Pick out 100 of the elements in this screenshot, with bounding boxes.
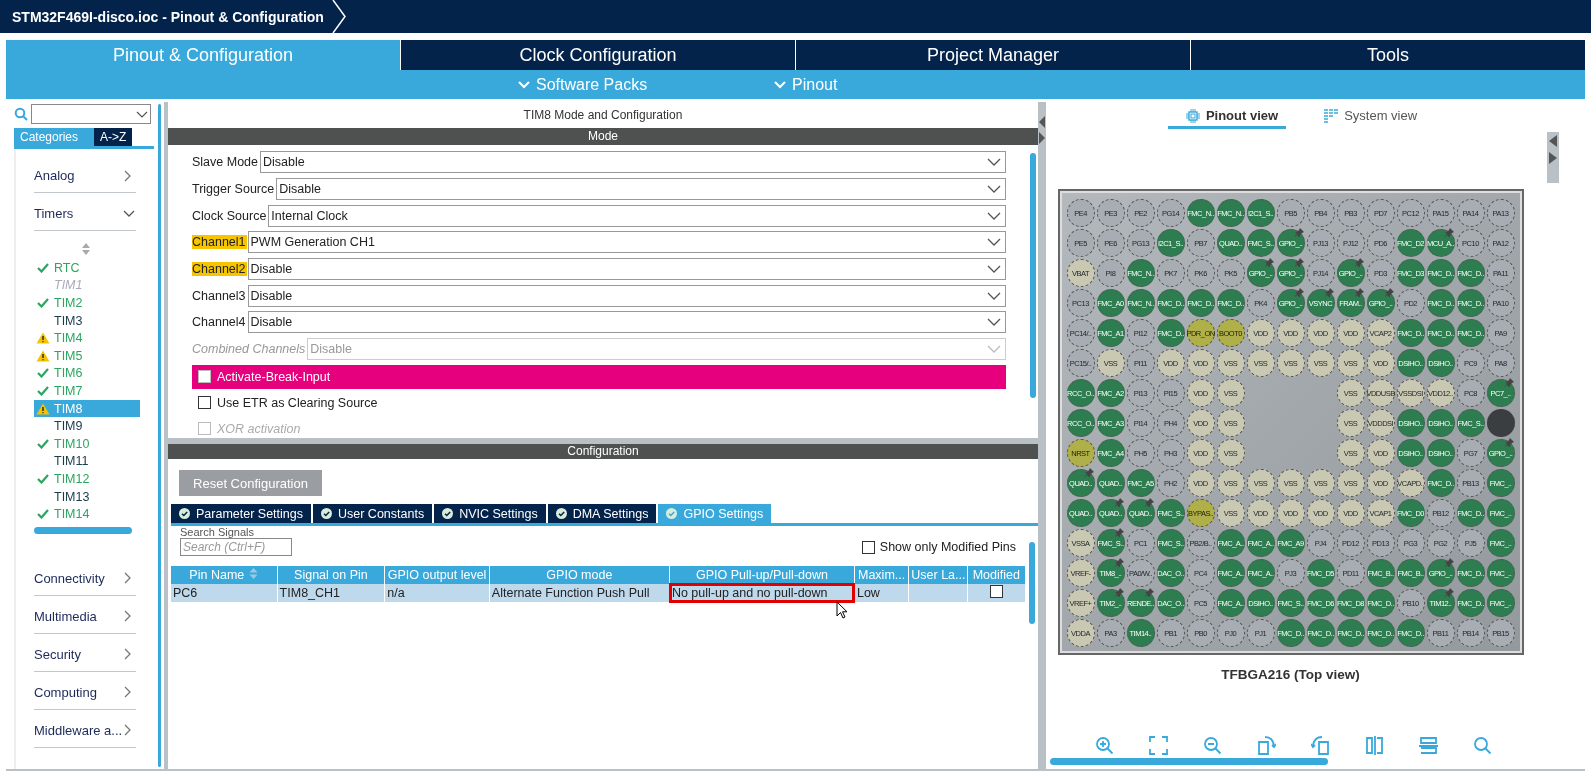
pushpin-icon <box>1294 258 1304 267</box>
category-item[interactable]: Timers <box>34 193 137 231</box>
pushpin-icon <box>1324 288 1334 297</box>
flip-vertical-icon[interactable] <box>1419 736 1438 755</box>
check-icon <box>37 473 49 484</box>
dropdown[interactable]: Disable <box>247 258 1006 281</box>
category-item[interactable]: Analog <box>34 155 137 193</box>
pushpin-icon <box>1144 498 1154 507</box>
expand-arrow-icon[interactable] <box>1039 132 1045 144</box>
dropdown[interactable]: PWM Generation CH1 <box>247 231 1006 254</box>
flip-horizontal-icon[interactable] <box>1365 736 1384 755</box>
collapse-arrow-icon[interactable] <box>1039 116 1045 128</box>
category-item[interactable]: Security <box>34 633 137 672</box>
dropdown[interactable]: Disable <box>247 284 1006 307</box>
chevron-down-icon <box>987 184 1001 195</box>
dropdown[interactable]: Disable <box>247 311 1006 334</box>
check-circle-icon <box>321 508 332 519</box>
pushpin-icon <box>1294 228 1304 237</box>
dropdown[interactable]: Disable <box>260 151 1006 174</box>
expand-arrow-icon[interactable] <box>1549 152 1557 164</box>
check-circle-icon <box>442 508 454 519</box>
timer-item[interactable]: TIM3 <box>34 311 140 330</box>
warning-icon <box>36 332 50 345</box>
timer-item[interactable]: TIM9 <box>34 417 140 435</box>
timer-item[interactable]: TIM13 <box>34 487 140 506</box>
pushpin-icon <box>1084 468 1094 477</box>
field-label: Channel2 <box>192 262 247 277</box>
check-icon <box>37 368 49 379</box>
modified-checkbox[interactable] <box>989 585 1003 598</box>
field-label: Slave Mode <box>192 155 259 170</box>
search-dropdown[interactable] <box>31 104 151 124</box>
chevron-down-icon <box>987 317 1001 328</box>
table-cell: Low <box>854 584 909 602</box>
chevron-down-icon <box>987 237 1001 248</box>
category-item[interactable]: Computing <box>34 671 137 710</box>
pushpin-icon <box>1114 498 1124 507</box>
category-item[interactable]: Connectivity <box>34 557 137 596</box>
package-label: TFBGA216 (Top view) <box>1221 667 1360 682</box>
main-tab[interactable]: Project Manager <box>795 40 1190 70</box>
timer-item[interactable]: TIM11 <box>34 452 140 471</box>
cursor-icon <box>836 601 848 619</box>
check-circle-icon <box>179 508 190 519</box>
pushpin-icon <box>1294 288 1304 297</box>
settings-tab[interactable]: DMA Settings <box>547 504 657 523</box>
chevron-down-icon <box>987 157 1001 168</box>
field-label: Clock Source <box>192 208 268 223</box>
search-icon[interactable] <box>1473 736 1492 755</box>
collapse-arrow-icon[interactable] <box>1549 135 1557 147</box>
window-title: STM32F469I-disco.ioc - Pinout & Configuration <box>12 8 324 25</box>
pushpin-icon <box>1384 288 1394 297</box>
dropdown[interactable]: Internal Clock <box>268 204 1006 227</box>
filter-checkbox[interactable]: Show only Modified Pins <box>861 540 1016 554</box>
field-label: Channel4 <box>192 315 247 330</box>
view-tab[interactable]: A->Z <box>94 128 133 146</box>
pushpin-icon <box>1504 438 1514 447</box>
pin[interactable] <box>1486 409 1515 437</box>
sort-icon <box>249 568 259 579</box>
check-circle-icon <box>666 508 678 519</box>
chevron-down-icon <box>136 109 148 119</box>
table-cell: n/a <box>385 584 489 602</box>
chevron-down-icon <box>987 344 1001 355</box>
checkbox-option[interactable]: Activate-Break-Input <box>192 364 1006 389</box>
field-label: Trigger Source <box>192 182 276 197</box>
section-header: Mode <box>168 128 1038 145</box>
table-cell: PC6 <box>171 584 277 602</box>
chevron-down-icon <box>987 290 1001 301</box>
rotate-left-icon[interactable] <box>1311 736 1330 755</box>
fit-screen-icon[interactable] <box>1149 736 1168 755</box>
settings-tab[interactable]: User Constants <box>313 504 433 523</box>
rotate-right-icon[interactable] <box>1257 736 1276 755</box>
chevron-down-icon <box>518 79 530 90</box>
pushpin-icon <box>1504 378 1514 387</box>
zoom-out-icon[interactable] <box>1203 736 1222 755</box>
pushpin-icon <box>1114 588 1124 597</box>
pushpin-icon <box>1444 588 1454 597</box>
checkbox-option[interactable]: Use ETR as Clearing Source <box>192 390 1006 415</box>
field-label: Combined Channels <box>192 342 307 357</box>
table-cell: Alternate Function Push Pull <box>489 584 669 602</box>
main-tab[interactable]: Tools <box>1190 40 1585 70</box>
search-field[interactable]: Search (Ctrl+F) <box>180 538 292 556</box>
zoom-in-icon[interactable] <box>1095 736 1114 755</box>
grid-icon <box>1324 108 1339 123</box>
chevron-down-icon <box>987 210 1001 221</box>
settings-tab[interactable]: NVIC Settings <box>434 504 546 523</box>
category-item[interactable]: Multimedia <box>34 595 137 634</box>
check-icon <box>37 385 49 396</box>
settings-tab[interactable]: Parameter Settings <box>171 504 311 523</box>
pushpin-icon <box>1264 258 1274 267</box>
dropdown[interactable]: Disable <box>276 178 1006 201</box>
search-icon <box>14 107 28 121</box>
category-item[interactable]: Middleware a... <box>34 709 137 748</box>
pushpin-icon <box>1114 558 1124 567</box>
check-icon <box>37 298 49 308</box>
sort-icon[interactable] <box>81 243 91 255</box>
main-tab[interactable]: Clock Configuration <box>400 40 795 70</box>
chevron-down-icon <box>774 79 786 90</box>
view-tab[interactable]: Pinout view <box>1167 106 1287 129</box>
view-tab[interactable]: System view <box>1306 106 1426 129</box>
warning-icon <box>36 402 50 415</box>
table-cell: TIM8_CH1 <box>277 584 385 602</box>
